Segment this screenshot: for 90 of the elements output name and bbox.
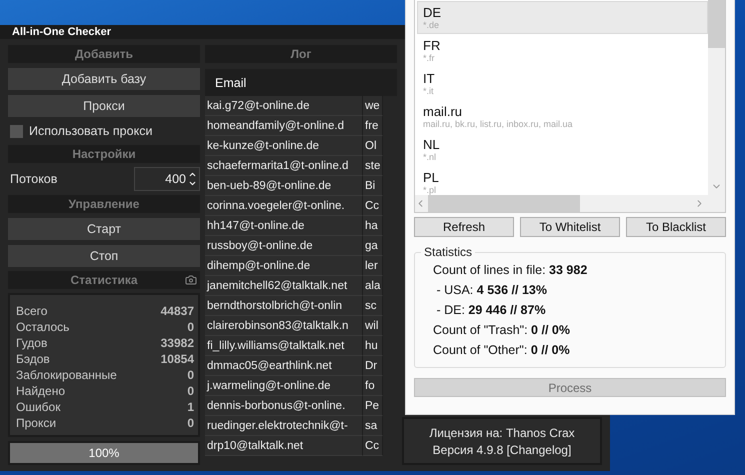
email-cell: berndthorstolbrich@t-onlin — [205, 296, 363, 316]
table-cell: hu — [363, 336, 383, 356]
section-header: Настройки — [8, 145, 200, 163]
checkbox-label: Использовать прокси — [29, 124, 152, 138]
statistics-line: - DE: 29 446 // 87% — [435, 303, 547, 317]
domain-item[interactable]: NL *.nl — [417, 133, 708, 166]
stat-value: 44837 — [160, 304, 194, 318]
section-title: Статистика — [70, 273, 138, 287]
email-cell: j.warmeling@t-online.de — [205, 376, 363, 396]
list-button[interactable]: Refresh — [414, 217, 514, 237]
email-cell: ke-kunze@t-online.de — [205, 136, 363, 156]
stat-value: 0 — [187, 416, 194, 430]
column-header[interactable]: Email — [205, 69, 397, 96]
window-title: All-in-One Checker — [12, 26, 112, 38]
stat-value: 0 — [187, 384, 194, 398]
table-cell: Cc — [363, 436, 383, 456]
table-cell: fre — [363, 116, 383, 136]
stat-label: Прокси — [16, 416, 56, 430]
table-cell: Dr — [363, 356, 383, 376]
table-cell: ala — [363, 276, 383, 296]
action-button[interactable]: Стоп — [8, 245, 200, 267]
vertical-scrollbar[interactable] — [708, 0, 725, 195]
progress-text: 100% — [88, 445, 120, 462]
email-cell: clairerobinson83@talktalk.n — [205, 316, 363, 336]
email-cell: kai.g72@t-online.de — [205, 96, 363, 116]
domain-item[interactable]: IT *.it — [417, 67, 708, 100]
statistics-line: Count of lines in file: 33 982 — [433, 263, 588, 277]
table-cell: ha — [363, 216, 383, 236]
stat-value: 1 — [187, 400, 194, 414]
table-cell: Bi — [363, 176, 383, 196]
email-cell: schaefermarita1@t-online.d — [205, 156, 363, 176]
scroll-thumb[interactable] — [708, 0, 725, 48]
stat-label: Гудов — [16, 336, 48, 350]
action-button[interactable]: Старт — [8, 218, 200, 240]
stat-label: Осталось — [16, 320, 70, 334]
email-cell: russboy@t-online.de — [205, 236, 363, 256]
stat-label: Бэдов — [16, 352, 50, 366]
table-cell: Ol — [363, 136, 383, 156]
stat-label: Ошибок — [16, 400, 60, 414]
table-cell: Pe — [363, 396, 383, 416]
statistics-line: - USA: 4 536 // 13% — [435, 283, 548, 297]
action-button[interactable]: Добавить базу — [8, 68, 200, 90]
stat-value: 10854 — [160, 352, 194, 366]
action-button[interactable]: Прокси — [8, 95, 200, 117]
camera-icon[interactable] — [185, 274, 197, 286]
statistics-line: Count of "Trash": 0 // 0% — [433, 323, 571, 337]
email-cell: homeandfamily@t-online.d — [205, 116, 363, 136]
statistics-line: Count of "Other": 0 // 0% — [433, 343, 571, 357]
stat-label: Заблокированные — [16, 368, 117, 382]
section-header: Лог — [205, 45, 397, 63]
license-text: Лицензия на: Thanos Crax — [429, 426, 575, 440]
email-cell: ben-ueb-89@t-online.de — [205, 176, 363, 196]
stat-value: 33982 — [160, 336, 194, 350]
list-button[interactable]: To Blacklist — [626, 217, 726, 237]
email-cell: drp10@talktalk.net — [205, 436, 363, 456]
list-button[interactable]: To Whitelist — [520, 217, 620, 237]
section-header: Добавить — [8, 45, 200, 63]
stat-value: 0 — [187, 320, 194, 334]
group-title: Statistics — [423, 245, 474, 259]
table-cell: Cc — [363, 196, 383, 216]
domain-item[interactable]: mail.ru mail.ru, bk.ru, list.ru, inbox.ru, mail.ua — [417, 100, 708, 133]
table-cell: fo — [363, 376, 383, 396]
table-cell: sc — [363, 296, 383, 316]
section-header: Управление — [8, 195, 200, 213]
stat-label: Найдено — [16, 384, 66, 398]
domain-item[interactable]: PL *.pl — [417, 166, 708, 195]
version-text[interactable]: Версия 4.9.8 [Changelog] — [432, 442, 572, 456]
email-cell: dihemp@t-online.de — [205, 256, 363, 276]
email-cell: fi_lilly.williams@talktalk.net — [205, 336, 363, 356]
table-cell: we — [363, 96, 383, 116]
stat-label: Всего — [16, 304, 48, 318]
email-cell: ruedinger.elektrotechnik@t- — [205, 416, 363, 436]
table-cell: ler — [363, 256, 383, 276]
table-cell: ga — [363, 236, 383, 256]
email-cell: dmmac05@earthlink.net — [205, 356, 363, 376]
table-cell: ste — [363, 156, 383, 176]
stat-value: 0 — [187, 368, 194, 382]
table-cell: wil — [363, 316, 383, 336]
email-cell: corinna.voegeler@t-online. — [205, 196, 363, 216]
email-cell: janemitchell62@talktalk.net — [205, 276, 363, 296]
horizontal-scrollbar[interactable] — [415, 195, 725, 212]
scroll-thumb[interactable] — [428, 195, 580, 212]
email-cell: hh147@t-online.de — [205, 216, 363, 236]
email-cell: dennis-borbonus@t-online. — [205, 396, 363, 416]
domain-item[interactable]: FR *.fr — [417, 34, 708, 67]
domain-item[interactable]: DE *.de — [417, 1, 708, 34]
threads-spinbox[interactable]: 400 — [134, 167, 200, 191]
table-cell: sa — [363, 416, 383, 436]
threads-label: Потоков — [10, 172, 58, 186]
proxy-checkbox[interactable] — [10, 124, 23, 138]
